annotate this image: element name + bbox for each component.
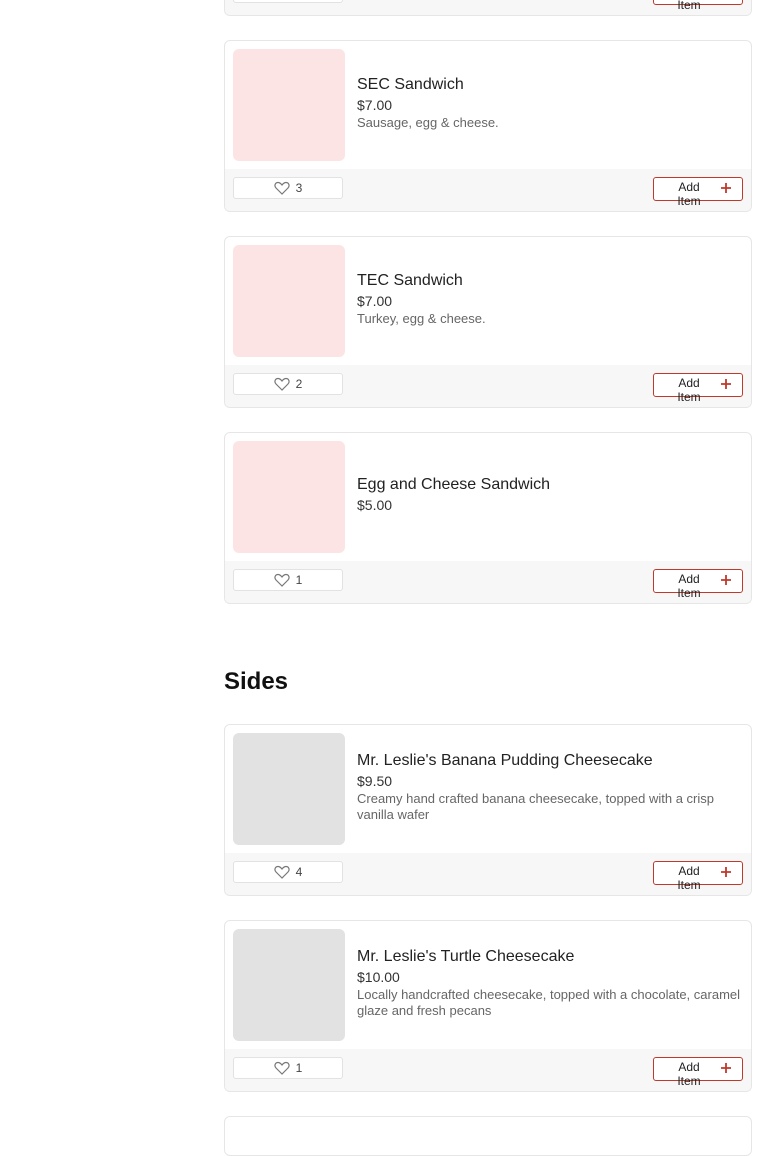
heart-icon bbox=[274, 377, 290, 391]
item-image-placeholder bbox=[233, 245, 345, 357]
plus-icon bbox=[721, 867, 731, 877]
like-button[interactable]: 1 bbox=[233, 1057, 343, 1079]
add-item-button[interactable]: Add Item bbox=[653, 177, 743, 208]
item-name: SEC Sandwich bbox=[357, 76, 464, 93]
add-item-button[interactable]: Add Item bbox=[653, 861, 743, 892]
plus-icon bbox=[721, 575, 731, 585]
item-image-placeholder bbox=[233, 441, 345, 553]
plus-icon bbox=[721, 1063, 731, 1073]
item-action-bar: 4 Add Item bbox=[225, 853, 751, 895]
item-action-bar: Add Item bbox=[225, 0, 751, 15]
like-button[interactable]: 1 bbox=[233, 569, 343, 591]
add-item-label: Add Item bbox=[677, 864, 701, 892]
item-price: $9.50 bbox=[357, 773, 393, 789]
item-name: Egg and Cheese Sandwich bbox=[357, 476, 551, 493]
add-item-button[interactable]: Add Item bbox=[653, 1057, 743, 1088]
menu-item-card[interactable]: Mr. Leslie's Turtle Cheesecake $10.00 Lo… bbox=[224, 920, 752, 1092]
item-description: Locally handcrafted cheesecake, topped w… bbox=[357, 987, 741, 1018]
add-item-button[interactable]: Add Item bbox=[653, 373, 743, 404]
add-item-button[interactable]: Add Item bbox=[653, 569, 743, 600]
like-count: 3 bbox=[295, 181, 303, 195]
item-action-bar: 2 Add Item bbox=[225, 365, 751, 407]
item-action-bar: 1 Add Item bbox=[225, 561, 751, 603]
item-description: Creamy hand crafted banana cheesecake, t… bbox=[357, 791, 714, 822]
plus-icon bbox=[721, 379, 731, 389]
item-image-placeholder bbox=[233, 49, 345, 161]
add-item-label: Add Item bbox=[677, 180, 701, 208]
like-count: 1 bbox=[295, 573, 303, 587]
heart-icon bbox=[274, 573, 290, 587]
item-image-placeholder bbox=[233, 929, 345, 1041]
item-price: $10.00 bbox=[357, 969, 400, 985]
like-count: 2 bbox=[295, 377, 303, 391]
menu-item-card-partial bbox=[224, 1116, 752, 1156]
add-item-button[interactable]: Add Item bbox=[653, 0, 743, 12]
like-button[interactable]: 4 bbox=[233, 861, 343, 883]
add-item-label: Add Item bbox=[677, 0, 701, 12]
like-button[interactable]: 2 bbox=[233, 373, 343, 395]
menu-item-card-partial: Add Item bbox=[224, 0, 752, 16]
item-name: Mr. Leslie's Turtle Cheesecake bbox=[357, 948, 575, 965]
menu-item-card[interactable]: SEC Sandwich $7.00 Sausage, egg & cheese… bbox=[224, 40, 752, 212]
add-item-label: Add Item bbox=[677, 376, 701, 404]
item-description: Sausage, egg & cheese. bbox=[357, 115, 499, 130]
item-name: Mr. Leslie's Banana Pudding Cheesecake bbox=[357, 752, 653, 769]
item-description: Turkey, egg & cheese. bbox=[357, 311, 486, 326]
item-name: TEC Sandwich bbox=[357, 272, 463, 289]
add-item-label: Add Item bbox=[677, 1060, 701, 1088]
item-price: $5.00 bbox=[357, 497, 393, 513]
menu-item-card[interactable]: TEC Sandwich $7.00 Turkey, egg & cheese.… bbox=[224, 236, 752, 408]
item-image-placeholder bbox=[233, 733, 345, 845]
item-action-bar: 1 Add Item bbox=[225, 1049, 751, 1091]
like-button[interactable] bbox=[233, 0, 343, 3]
item-price: $7.00 bbox=[357, 293, 393, 309]
like-count: 1 bbox=[295, 1061, 303, 1075]
plus-icon bbox=[721, 183, 731, 193]
like-count: 4 bbox=[295, 865, 303, 879]
menu-item-card[interactable]: Mr. Leslie's Banana Pudding Cheesecake $… bbox=[224, 724, 752, 896]
item-action-bar: 3 Add Item bbox=[225, 169, 751, 211]
item-price: $7.00 bbox=[357, 97, 393, 113]
heart-icon bbox=[274, 1061, 290, 1075]
heart-icon bbox=[274, 181, 290, 195]
add-item-label: Add Item bbox=[677, 572, 701, 600]
section-title-sides: Sides bbox=[224, 668, 289, 695]
like-button[interactable]: 3 bbox=[233, 177, 343, 199]
menu-item-card[interactable]: Egg and Cheese Sandwich $5.00 1 Add Item bbox=[224, 432, 752, 604]
heart-icon bbox=[274, 865, 290, 879]
